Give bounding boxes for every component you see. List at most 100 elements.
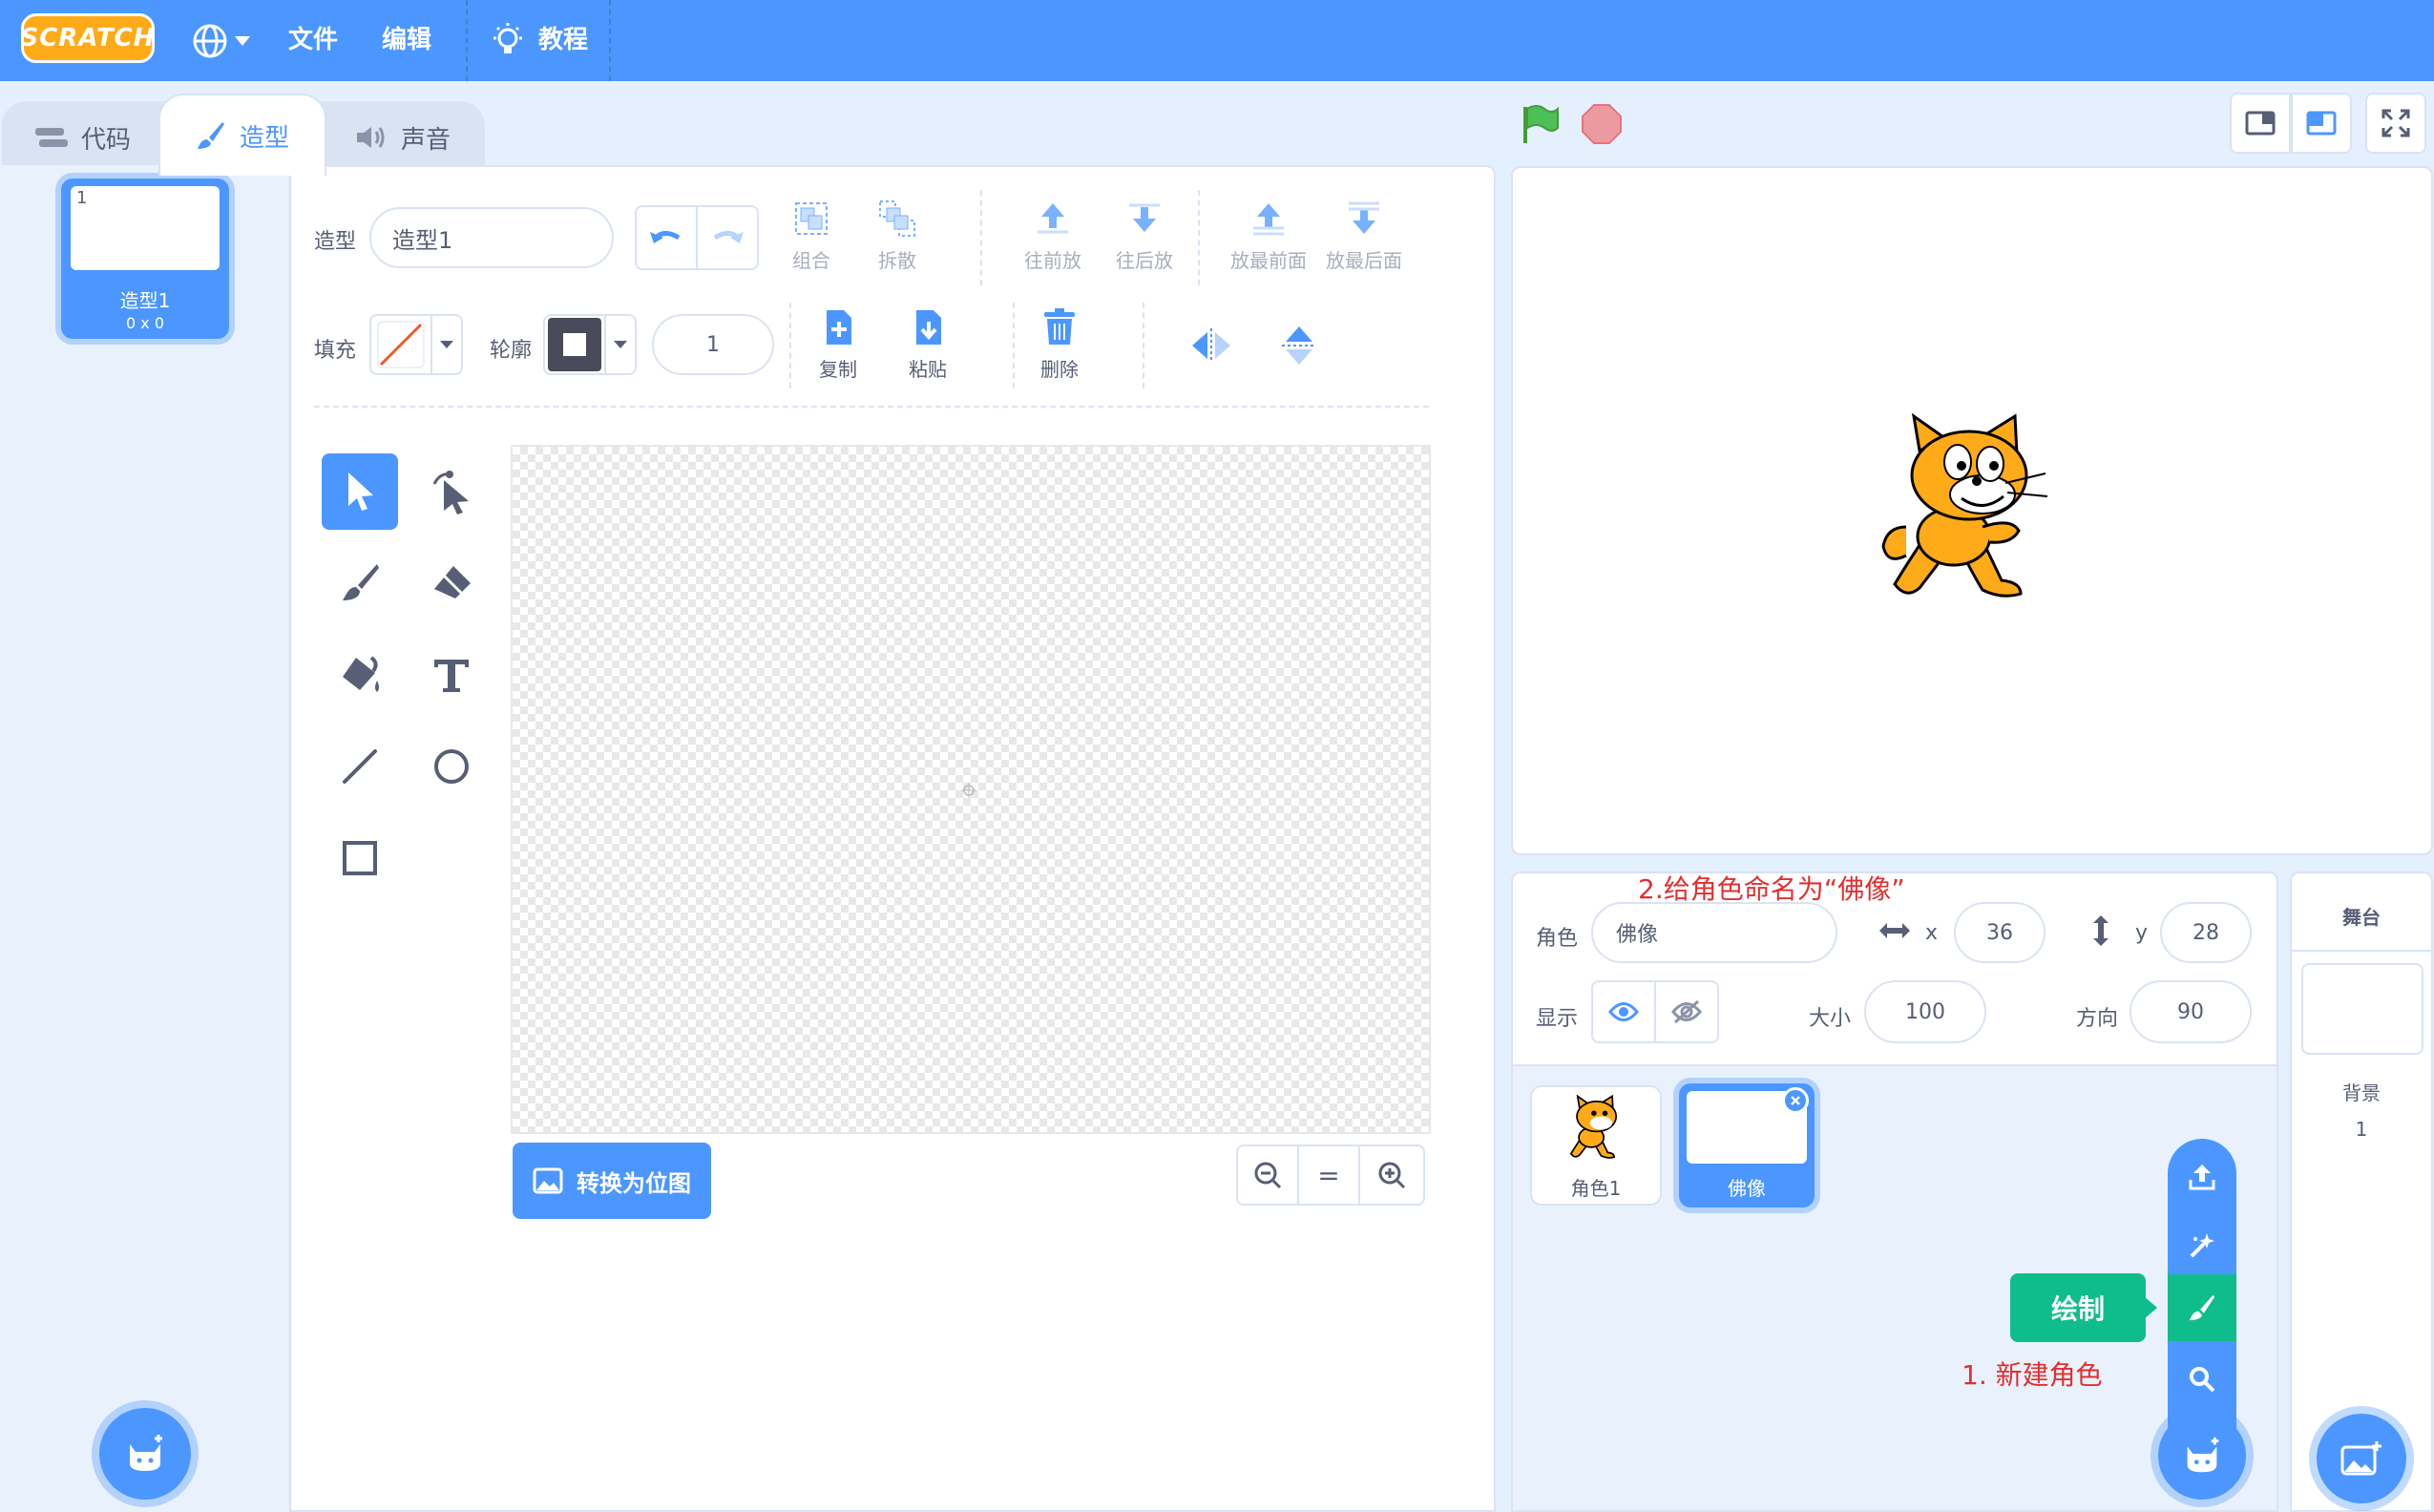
show-label: 显示 [1536, 1007, 1579, 1031]
trash-icon [1044, 308, 1075, 345]
select-tool[interactable] [322, 453, 398, 530]
stop-icon[interactable] [1581, 103, 1623, 145]
drawing-canvas[interactable] [511, 445, 1431, 1134]
outline-width-input[interactable]: 1 [652, 314, 774, 375]
costume-name-input[interactable]: 造型1 [369, 207, 614, 268]
fill-color-picker[interactable] [369, 314, 463, 375]
flip-vertical-button[interactable] [1270, 318, 1328, 373]
zoom-out-button[interactable] [1238, 1146, 1299, 1204]
undo-button[interactable] [635, 205, 698, 270]
choose-backdrop-button[interactable] [2317, 1414, 2406, 1503]
paste-button[interactable]: 粘贴 [894, 308, 961, 382]
tutorials-menu[interactable]: 教程 [491, 0, 588, 81]
convert-bitmap-button[interactable]: 转换为位图 [513, 1143, 711, 1219]
sprite-tile-selected[interactable]: 佛像 [1679, 1083, 1815, 1208]
image-icon [533, 1167, 563, 1194]
green-flag-icon[interactable] [1520, 103, 1562, 145]
forward-button[interactable]: 往前放 [1013, 200, 1093, 273]
show-visible-button[interactable] [1591, 980, 1656, 1043]
toolbar-divider [1198, 190, 1200, 285]
brush-tool[interactable] [322, 545, 398, 621]
x-input[interactable]: 36 [1954, 902, 2046, 963]
scratch-logo[interactable]: SCRATCH [20, 13, 155, 63]
sprite-tile[interactable]: 角色1 [1530, 1085, 1662, 1206]
ungroup-button[interactable]: 拆散 [864, 200, 931, 273]
language-menu[interactable] [191, 17, 258, 65]
stage[interactable] [1511, 166, 2433, 855]
upload-sprite-button[interactable] [2168, 1148, 2236, 1206]
line-tool[interactable] [322, 728, 398, 805]
flip-horizontal-icon [1192, 328, 1230, 363]
normal-stage-icon [2306, 111, 2337, 136]
paint-tooltip: 绘制 [2010, 1273, 2146, 1342]
file-menu[interactable]: 文件 [288, 0, 338, 81]
show-hidden-button[interactable] [1654, 980, 1719, 1043]
costume-tile[interactable]: 1 造型1 0 x 0 [61, 178, 229, 339]
sprite-name-input[interactable]: 佛像 [1591, 902, 1837, 963]
cat-sprite-icon[interactable] [1878, 412, 2068, 613]
zoom-in-button[interactable] [1360, 1146, 1423, 1204]
globe-icon [193, 24, 227, 58]
circle-tool[interactable] [413, 728, 490, 805]
rectangle-tool[interactable] [322, 820, 398, 896]
reshape-tool[interactable] [413, 453, 490, 530]
back-button[interactable]: 放最后面 [1318, 200, 1410, 273]
cat-add-icon [2187, 1437, 2219, 1473]
outline-dropdown [606, 316, 635, 373]
horizontal-arrows-icon [1879, 923, 1910, 938]
delete-button[interactable]: 删除 [1026, 308, 1093, 382]
paint-sprite-button[interactable] [2168, 1274, 2236, 1341]
y-label: y [2135, 921, 2149, 945]
outline-color-icon [548, 318, 601, 371]
tab-sounds[interactable]: 声音 [321, 101, 485, 172]
costume-label: 造型 [314, 230, 357, 254]
zoom-controls: = [1236, 1144, 1425, 1206]
crosshair-icon [961, 783, 976, 798]
stage-pane: 舞台 背景 1 [2290, 872, 2433, 1512]
zoom-reset-button[interactable]: = [1299, 1146, 1360, 1204]
small-stage-button[interactable] [2230, 93, 2291, 154]
fill-tool[interactable] [322, 637, 398, 713]
redo-button[interactable] [696, 205, 759, 270]
search-sprite-button[interactable] [2168, 1349, 2236, 1410]
backdrop-thumbnail[interactable] [2301, 963, 2424, 1055]
small-stage-icon [2245, 111, 2276, 136]
edit-menu[interactable]: 编辑 [382, 0, 431, 81]
menu-divider [466, 0, 468, 81]
sprite-tile-name: 佛像 [1728, 1177, 1766, 1200]
eraser-tool[interactable] [413, 545, 490, 621]
backdrop-count: 1 [2355, 1118, 2368, 1141]
surprise-sprite-button[interactable] [2168, 1217, 2236, 1274]
text-tool[interactable] [413, 637, 490, 713]
choose-costume-button[interactable] [99, 1408, 191, 1500]
normal-stage-button[interactable] [2291, 93, 2352, 154]
y-input[interactable]: 28 [2160, 902, 2252, 963]
code-icon [34, 128, 68, 147]
tab-code[interactable]: 代码 [2, 101, 164, 172]
rectangle-icon [343, 841, 377, 875]
costume-name: 造型1 [119, 289, 171, 312]
flip-horizontal-button[interactable] [1183, 322, 1240, 369]
direction-input[interactable]: 90 [2130, 980, 2252, 1043]
annotation-step-1: 1. 新建角色 [1962, 1359, 2103, 1391]
backward-button[interactable]: 往后放 [1104, 200, 1185, 273]
cat-add-icon [130, 1435, 162, 1471]
size-input[interactable]: 100 [1864, 980, 1986, 1043]
x-label: x [1925, 921, 1939, 945]
tab-costumes[interactable]: 造型 [158, 94, 326, 176]
delete-sprite-button[interactable] [1782, 1087, 1809, 1114]
speaker-icon [356, 127, 385, 148]
front-button[interactable]: 放最前面 [1223, 200, 1314, 273]
fill-dropdown [432, 316, 461, 373]
copy-icon [827, 310, 851, 345]
sprite-pane: 角色 佛像 x 36 y 28 显示 大小 100 方向 90 角色1 佛像 1… [1511, 872, 2278, 1512]
choose-sprite-button[interactable] [2158, 1412, 2246, 1500]
paintbrush-icon [197, 122, 224, 149]
fullscreen-button[interactable] [2365, 93, 2426, 154]
stage-pane-title: 舞台 [2342, 906, 2381, 929]
lightbulb-icon [493, 22, 522, 53]
group-button[interactable]: 组合 [778, 200, 845, 273]
outline-color-picker[interactable] [543, 314, 637, 375]
copy-button[interactable]: 复制 [805, 308, 871, 382]
cat-thumbnail-icon [1569, 1095, 1618, 1159]
